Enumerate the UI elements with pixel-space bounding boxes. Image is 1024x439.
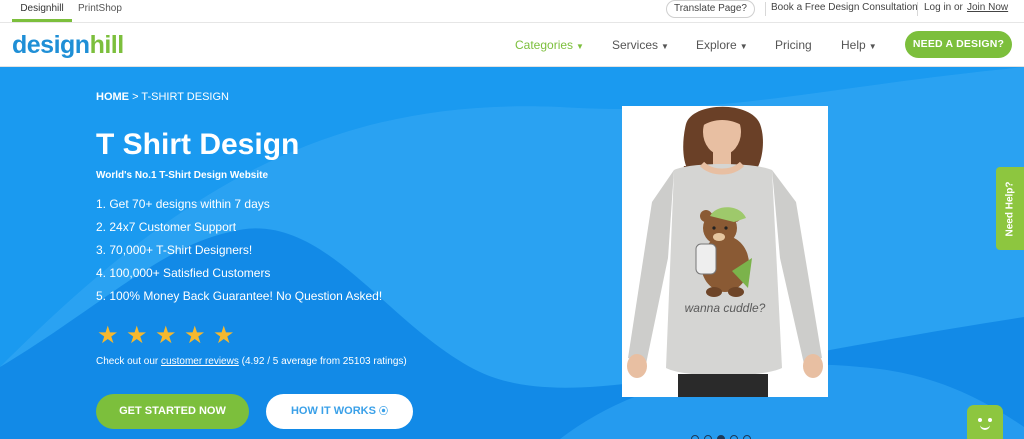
shirt-print-text: wanna cuddle?	[685, 301, 766, 315]
page-title: T Shirt Design	[96, 128, 300, 161]
need-help-tab[interactable]: Need Help?	[996, 167, 1024, 250]
nav-item-pricing[interactable]: Pricing	[775, 38, 812, 52]
rating-stars: ★ ★ ★ ★ ★	[97, 324, 242, 348]
feature-item: 5. 100% Money Back Guarantee! No Questio…	[96, 289, 383, 303]
translate-page-button[interactable]: Translate Page?	[666, 0, 755, 18]
chevron-down-icon: ▼	[661, 42, 669, 51]
star-icon: ★	[184, 322, 206, 349]
chevron-down-icon: ▼	[739, 42, 748, 51]
need-a-design-button[interactable]: NEED A DESIGN?	[905, 31, 1012, 58]
star-icon: ★	[126, 322, 148, 349]
designhill-logo[interactable]: designhill	[12, 31, 124, 60]
feature-item: 4. 100,000+ Satisfied Customers	[96, 266, 271, 280]
nav-item-categories[interactable]: Categories ▼	[515, 38, 584, 52]
chatbot-eye	[988, 418, 992, 422]
tshirt-model-image: wanna cuddle?	[622, 106, 828, 397]
nav-item-services[interactable]: Services ▼	[612, 38, 669, 52]
top-utility-bar: Designhill PrintShop Translate Page? Boo…	[0, 0, 1024, 23]
chatbot-mouth	[980, 425, 990, 430]
feature-item: 1. Get 70+ designs within 7 days	[96, 197, 270, 211]
carousel-dot[interactable]	[743, 435, 751, 439]
main-navigation: designhill Categories ▼ Services ▼ Explore…	[0, 23, 1024, 67]
breadcrumb-home-link[interactable]: HOME	[96, 91, 129, 103]
nav-item-explore[interactable]: Explore ▼	[696, 38, 748, 52]
divider	[917, 2, 918, 16]
carousel-dot[interactable]	[730, 435, 738, 439]
chatbot-eye	[978, 418, 982, 422]
need-help-label: Need Help?	[1004, 180, 1016, 237]
how-it-works-button[interactable]: HOW IT WORKS ⦿	[266, 394, 413, 429]
nav-item-label: Explore	[696, 38, 737, 52]
nav-item-label: Help	[841, 38, 866, 52]
site-tab-printshop[interactable]: PrintShop	[78, 0, 122, 22]
page-subtitle: World's No.1 T-Shirt Design Website	[96, 170, 269, 181]
carousel-pagination	[691, 430, 756, 439]
star-icon: ★	[97, 322, 119, 349]
carousel-dot-active[interactable]	[717, 435, 725, 439]
login-link[interactable]: Log in	[924, 2, 951, 13]
feature-item: 2. 24x7 Customer Support	[96, 220, 237, 234]
reviews-summary: Check out our customer reviews (4.92 / 5…	[96, 356, 407, 367]
get-started-button[interactable]: GET STARTED NOW	[96, 394, 249, 429]
carousel-dot[interactable]	[691, 435, 699, 439]
nav-item-label: Pricing	[775, 38, 812, 52]
feature-list: 1. Get 70+ designs within 7 days 2. 24x7…	[96, 196, 382, 311]
reviews-rating-text: (4.92 / 5 average from 25103 ratings)	[241, 356, 407, 367]
chevron-down-icon: ▼	[576, 42, 584, 51]
feature-item: 3. 70,000+ T-Shirt Designers!	[96, 243, 253, 257]
chatbot-icon[interactable]	[967, 405, 1003, 439]
nav-item-help[interactable]: Help ▼	[841, 38, 877, 52]
chevron-down-icon: ▼	[868, 42, 877, 51]
carousel-dot[interactable]	[704, 435, 712, 439]
logo-text-part1: design	[12, 31, 90, 59]
nav-item-label: Categories	[515, 38, 574, 52]
hero-banner: HOME > T-SHIRT DESIGN T Shirt Design Wor…	[0, 67, 1024, 439]
reviews-prefix: Check out our	[96, 356, 159, 367]
customer-reviews-link[interactable]: customer reviews	[161, 356, 239, 367]
join-now-link[interactable]: Join Now	[967, 2, 1008, 13]
star-icon: ★	[213, 322, 235, 349]
site-tab-designhill[interactable]: Designhill	[12, 0, 72, 22]
play-circle-icon: ⦿	[378, 406, 388, 416]
or-separator-text: or	[954, 2, 963, 13]
nav-item-label: Services	[612, 38, 659, 52]
logo-text-part2: hill	[89, 31, 125, 59]
breadcrumb-separator: >	[132, 91, 139, 103]
how-it-works-label: HOW IT WORKS	[290, 405, 376, 417]
breadcrumb: HOME > T-SHIRT DESIGN	[96, 91, 229, 103]
free-consultation-link[interactable]: Book a Free Design Consultation	[771, 2, 918, 13]
divider	[765, 2, 766, 16]
breadcrumb-current: T-SHIRT DESIGN	[141, 91, 229, 103]
star-icon: ★	[155, 322, 177, 349]
